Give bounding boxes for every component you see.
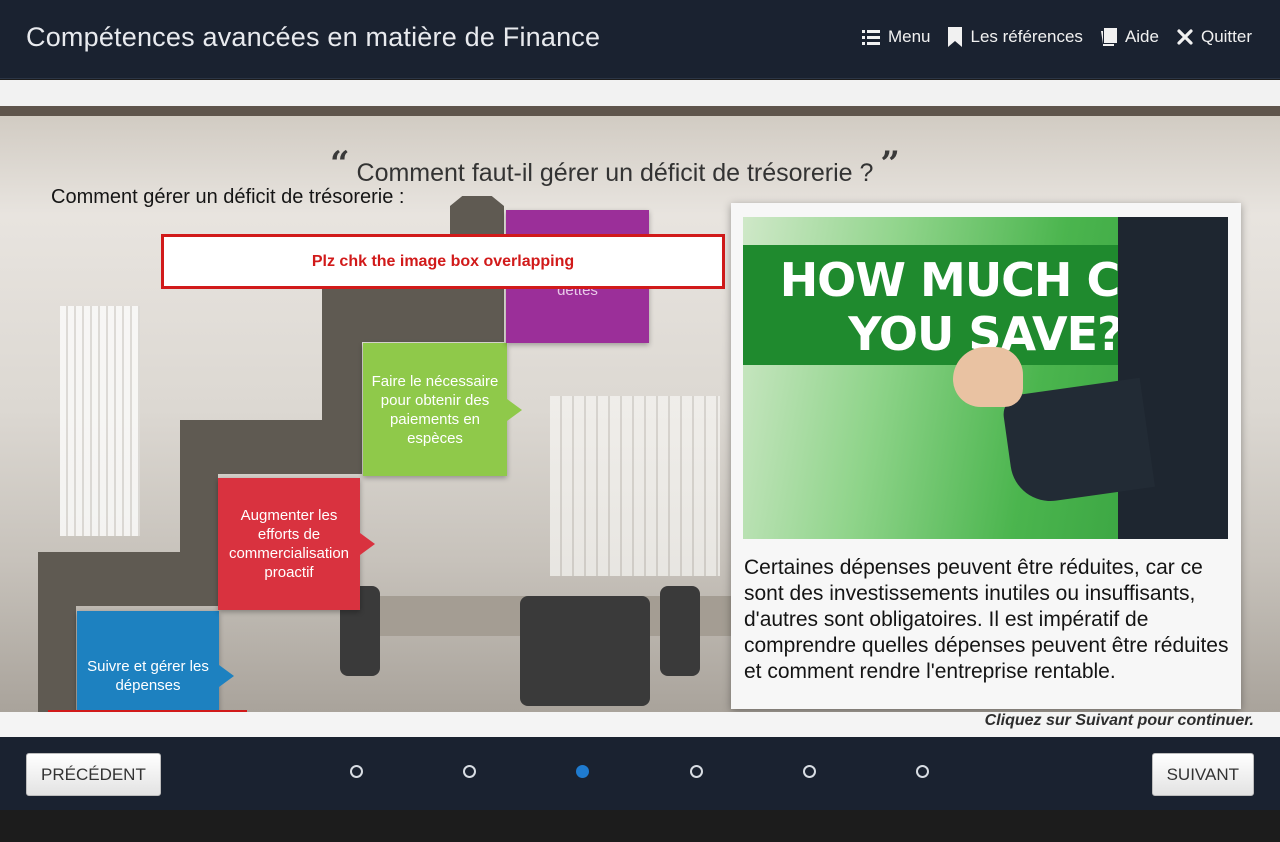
chair xyxy=(660,586,700,676)
book-icon xyxy=(1100,28,1117,46)
close-icon xyxy=(1177,29,1193,45)
step-cash-payments: Faire le nécessaire pour obtenir des pai… xyxy=(363,343,522,476)
help-button[interactable]: Aide xyxy=(1100,27,1159,47)
references-button[interactable]: Les références xyxy=(948,27,1083,47)
review-annotation: Plz chk the image box overlapping xyxy=(161,234,725,289)
course-title: Compétences avancées en matière de Finan… xyxy=(26,22,601,52)
page-dot-2[interactable] xyxy=(463,765,476,778)
bookmark-icon xyxy=(948,27,963,47)
top-nav: Menu Les références Aide Quitter xyxy=(861,27,1252,47)
slide-question: “ Comment faut-il gérer un déficit de tr… xyxy=(330,144,900,188)
step-track-expenses: Suivre et gérer les dépenses xyxy=(77,611,234,712)
page-indicator xyxy=(350,765,930,781)
open-quote-mark: “ xyxy=(330,144,350,184)
next-button[interactable]: SUIVANT xyxy=(1151,753,1254,796)
help-label: Aide xyxy=(1124,27,1159,46)
menu-label: Menu xyxy=(887,27,931,46)
page-dot-1[interactable] xyxy=(350,765,363,778)
businessman-sleeve xyxy=(1001,377,1155,507)
step-marketing-efforts: Augmenter les efforts de commercialisati… xyxy=(218,478,375,610)
info-card: HOW MUCH CAN YOU SAVE? Certaines dépense… xyxy=(731,203,1241,709)
previous-button[interactable]: PRÉCÉDENT xyxy=(26,753,161,796)
slide-area: “ Comment faut-il gérer un déficit de tr… xyxy=(0,80,1280,737)
office-background: “ Comment faut-il gérer un déficit de tr… xyxy=(0,106,1280,712)
references-label: Les références xyxy=(970,27,1083,46)
quit-button[interactable]: Quitter xyxy=(1177,27,1252,47)
menu-button[interactable]: Menu xyxy=(861,27,931,47)
info-card-text: Certaines dépenses peuvent être réduites… xyxy=(744,556,1229,683)
window-bottom-band xyxy=(0,810,1280,842)
pointing-hand xyxy=(953,347,1023,407)
top-strip xyxy=(0,80,1280,106)
list-icon xyxy=(861,29,880,45)
top-bar: Compétences avancées en matière de Finan… xyxy=(0,0,1280,79)
page-dot-4[interactable] xyxy=(690,765,703,778)
chair xyxy=(520,596,650,706)
page-dot-6[interactable] xyxy=(916,765,929,778)
bottom-nav-bar: PRÉCÉDENT SUIVANT xyxy=(0,737,1280,810)
slide-question-text: Comment faut-il gérer un déficit de trés… xyxy=(356,159,874,187)
page-dot-5[interactable] xyxy=(803,765,816,778)
ceiling-beam xyxy=(0,106,1280,116)
savings-image: HOW MUCH CAN YOU SAVE? xyxy=(743,217,1228,539)
close-quote-mark: ” xyxy=(880,144,900,184)
quit-label: Quitter xyxy=(1200,27,1252,46)
page-dot-3[interactable] xyxy=(576,765,589,778)
continue-hint: Cliquez sur Suivant pour continuer. xyxy=(984,712,1254,729)
window-back xyxy=(550,396,720,576)
